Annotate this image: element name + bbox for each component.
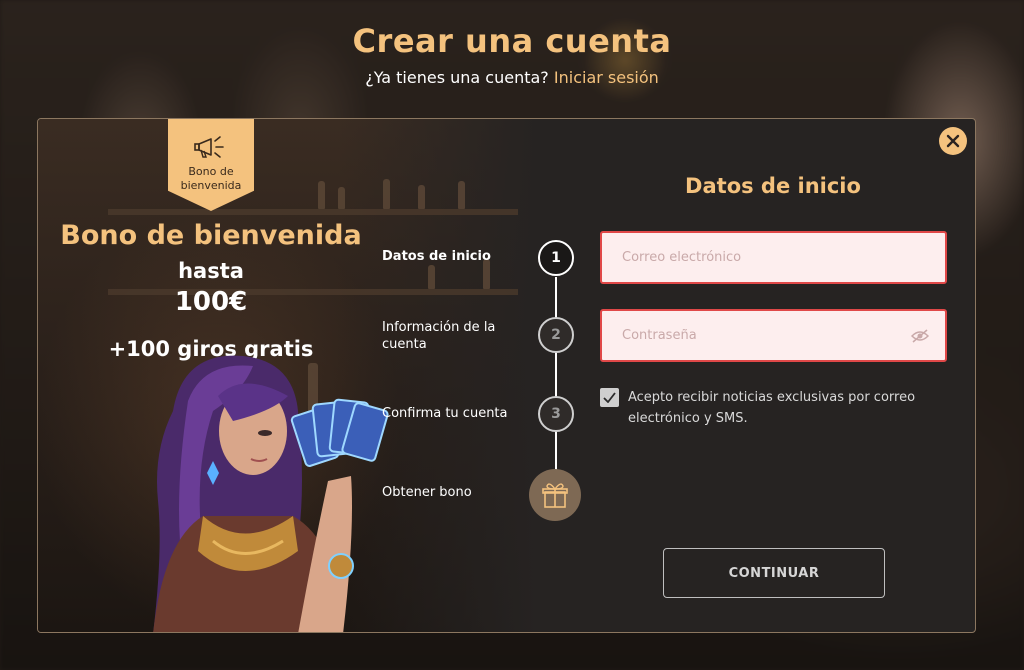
bottle: [318, 181, 325, 209]
bonus-up-to: hasta: [178, 259, 244, 283]
gift-icon: [542, 483, 568, 508]
step-label-4: Obtener bono: [382, 485, 472, 500]
step-3: 3: [538, 396, 574, 432]
consent-checkbox[interactable]: [600, 388, 619, 407]
close-button[interactable]: [939, 127, 967, 155]
toggle-password-visibility[interactable]: [910, 328, 930, 347]
bar-shelf: [108, 209, 518, 215]
form-title: Datos de inicio: [685, 174, 861, 198]
password-input[interactable]: [622, 328, 925, 343]
character-illustration: [153, 355, 389, 632]
bottle: [418, 185, 425, 209]
step-label-1: Datos de inicio: [382, 249, 491, 264]
badge-label: Bono de bienvenida: [180, 165, 242, 192]
step-2: 2: [538, 317, 574, 353]
bonus-amount: 100€: [174, 287, 248, 317]
continue-button[interactable]: CONTINUAR: [663, 548, 885, 598]
login-prompt: ¿Ya tienes una cuenta? Iniciar sesión: [0, 68, 1024, 87]
welcome-bonus-panel: Bono de bienvenida Bono de bienvenida ha…: [38, 119, 538, 632]
email-input[interactable]: [622, 250, 925, 265]
bottle: [383, 179, 390, 209]
step-label-2: Información de la cuenta: [382, 320, 496, 352]
step-connector: [555, 277, 557, 477]
bottle: [458, 181, 465, 209]
check-icon: [603, 392, 616, 403]
login-prompt-text: ¿Ya tienes una cuenta?: [365, 68, 549, 87]
signup-modal: Bono de bienvenida Bono de bienvenida ha…: [37, 118, 976, 633]
page-title: Crear una cuenta: [352, 22, 672, 60]
consent-text: Acepto recibir noticias exclusivas por c…: [628, 390, 916, 426]
welcome-bonus-badge: Bono de bienvenida: [168, 119, 254, 211]
megaphone-icon: [194, 136, 224, 158]
step-4-bonus: [529, 469, 581, 521]
step-1: 1: [538, 240, 574, 276]
bonus-title: Bono de bienvenida: [60, 220, 362, 251]
eye-slash-icon: [910, 329, 930, 343]
login-link[interactable]: Iniciar sesión: [554, 68, 659, 87]
close-icon: [946, 134, 960, 148]
bottle: [428, 265, 435, 289]
password-field[interactable]: [600, 309, 947, 362]
email-field[interactable]: [600, 231, 947, 284]
step-label-3: Confirma tu cuenta: [382, 406, 508, 421]
bottle: [338, 187, 345, 209]
